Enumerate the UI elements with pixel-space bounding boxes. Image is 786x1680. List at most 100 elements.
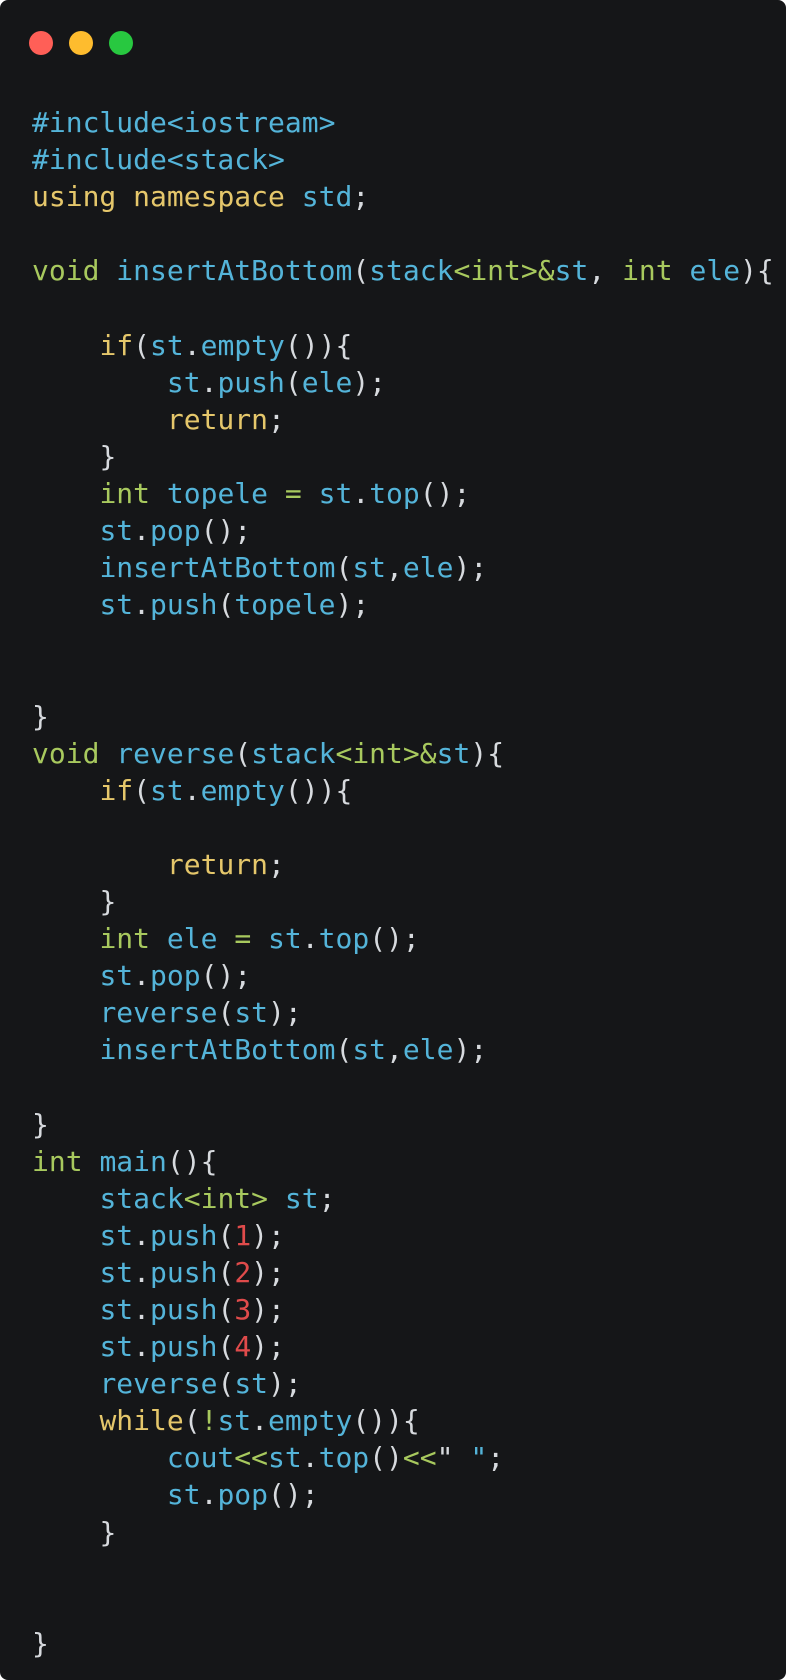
- code-token: int: [622, 254, 673, 288]
- code-token: .: [183, 328, 201, 362]
- code-token: while: [99, 1404, 184, 1438]
- code-token: =: [234, 922, 252, 956]
- code-token: st: [99, 588, 134, 622]
- code-token: .: [200, 365, 218, 399]
- code-token: st: [99, 1218, 134, 1252]
- code-token: );: [251, 1293, 285, 1326]
- code-token: int: [200, 1181, 252, 1215]
- code-token: return: [166, 847, 269, 881]
- code-line: }: [32, 438, 774, 475]
- code-window: #include<iostream> #include<stack> using n…: [0, 0, 786, 1680]
- code-line: st.pop();: [32, 512, 774, 549]
- code-token: );: [453, 1033, 488, 1067]
- code-token: .: [183, 773, 201, 807]
- code-token: ,: [386, 1033, 403, 1067]
- code-line: ​: [32, 623, 774, 660]
- code-token: }: [32, 1626, 49, 1660]
- code-line: while(!st.empty()){: [32, 1402, 774, 1439]
- code-token: pop: [217, 1478, 269, 1512]
- code-token: insertAtBottom: [99, 551, 336, 585]
- code-line: insertAtBottom(st,ele);: [32, 549, 774, 586]
- code-token: #include<iostream>: [32, 106, 336, 139]
- code-token: ();: [200, 514, 252, 548]
- code-token: ;: [268, 847, 285, 881]
- code-token: ();: [268, 1478, 319, 1512]
- code-token: ){: [740, 254, 774, 288]
- code-token: push: [150, 1330, 218, 1364]
- code-token: int: [32, 1144, 83, 1178]
- code-line: ​: [32, 809, 774, 846]
- code-line: st.push(2);: [32, 1254, 774, 1291]
- zoom-button[interactable]: [109, 31, 133, 55]
- code-token: (: [352, 254, 370, 288]
- code-token: }: [32, 699, 49, 733]
- code-token: .: [133, 1218, 151, 1252]
- code-token: (: [217, 1255, 235, 1289]
- code-token: push: [150, 588, 218, 622]
- code-token: st: [268, 922, 302, 956]
- code-token: if: [99, 328, 134, 362]
- code-token: top: [318, 1441, 370, 1475]
- code-token: (: [217, 1293, 235, 1326]
- code-line: }: [32, 1106, 774, 1143]
- code-line: ​: [32, 215, 774, 252]
- code-token: <: [183, 1181, 201, 1215]
- code-token: .: [133, 514, 151, 548]
- code-line: }: [32, 883, 774, 920]
- code-line: int ele = st.top();: [32, 920, 774, 957]
- code-token: (: [217, 1367, 235, 1401]
- code-token: 4: [234, 1330, 252, 1364]
- code-line: st.push(3);: [32, 1291, 774, 1328]
- code-token: <<: [402, 1441, 437, 1475]
- code-line: st.push(1);: [32, 1217, 774, 1254]
- code-token: insertAtBottom: [99, 1033, 336, 1067]
- code-token: int: [99, 922, 151, 956]
- code-token: pop: [150, 514, 201, 548]
- code-line: insertAtBottom(st,ele);: [32, 1031, 774, 1068]
- code-token: top: [318, 922, 370, 956]
- code-token: st: [268, 1441, 302, 1475]
- code-token: }: [99, 884, 117, 918]
- close-button[interactable]: [29, 31, 53, 55]
- code-token: push: [150, 1218, 218, 1252]
- code-token: st: [318, 476, 353, 510]
- code-token: int: [470, 254, 521, 288]
- code-token: ;: [487, 1441, 505, 1475]
- code-token: push: [217, 365, 285, 399]
- code-token: (: [335, 551, 353, 585]
- code-line: return;: [32, 846, 774, 883]
- code-token: );: [453, 551, 488, 585]
- code-token: void: [32, 736, 100, 770]
- code-token: !: [200, 1404, 218, 1438]
- code-token: ()){: [284, 328, 353, 362]
- code-token: ;: [318, 1181, 336, 1215]
- code-token: return: [166, 402, 269, 436]
- code-token: st: [150, 773, 184, 807]
- code-token: ();: [369, 922, 420, 956]
- code-token: st: [150, 328, 184, 362]
- minimize-button[interactable]: [69, 31, 93, 55]
- code-line: using namespace std;: [32, 178, 774, 215]
- code-token: );: [251, 1255, 285, 1289]
- code-line: if(st.empty()){: [32, 327, 774, 364]
- code-token: ();: [200, 959, 252, 993]
- code-token: st: [99, 514, 134, 548]
- code-token: st: [99, 1255, 134, 1289]
- code-token: (: [335, 1033, 353, 1067]
- code-token: namespace: [133, 180, 285, 214]
